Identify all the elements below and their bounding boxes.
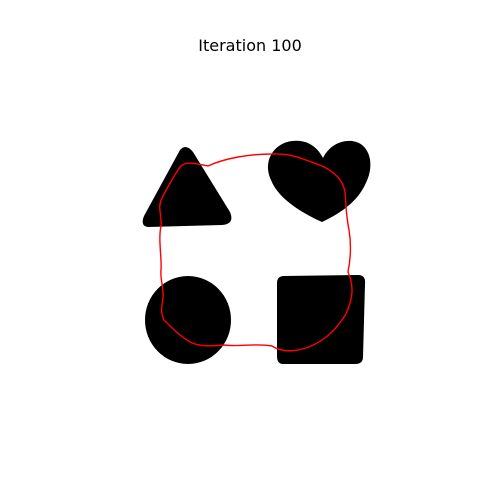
triangle-shape bbox=[142, 146, 232, 227]
circle-shape bbox=[145, 276, 231, 364]
figure: Iteration 100 bbox=[0, 0, 500, 500]
shapes-layer bbox=[142, 140, 371, 364]
heart-shape bbox=[268, 140, 371, 222]
segmentation-canvas bbox=[142, 140, 371, 364]
